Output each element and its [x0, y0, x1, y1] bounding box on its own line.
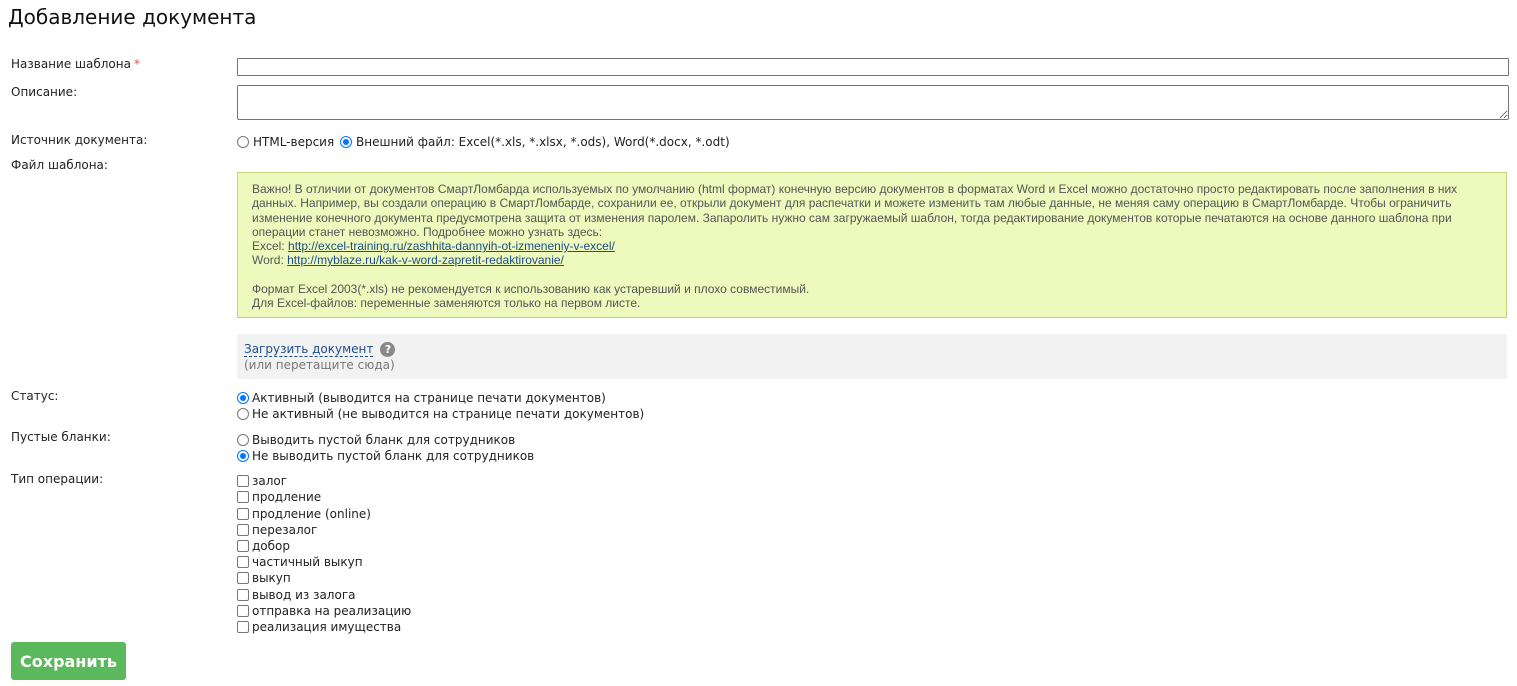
blank-forms-label: Пустые бланки: — [11, 430, 111, 444]
source-html-radio[interactable] — [237, 135, 249, 148]
operation-option: перезалог — [237, 521, 317, 537]
operation-type-label: Тип операции: — [11, 472, 104, 486]
upload-dropzone[interactable]: Загрузить документ? (или перетащите сюда… — [237, 334, 1507, 379]
status-option-active: Активный (выводится на странице печати д… — [237, 389, 606, 405]
operation-option: выкуп — [237, 569, 291, 585]
required-mark: * — [133, 57, 140, 71]
upload-line: Загрузить документ? — [244, 341, 1500, 357]
operation-option-label: отправка на реализацию — [252, 603, 412, 618]
status-label: Статус: — [11, 389, 59, 403]
status-option-inactive: Не активный (не выводится на странице пе… — [237, 405, 644, 421]
operation-checkbox[interactable] — [237, 620, 249, 633]
operation-option: вывод из залога — [237, 586, 355, 602]
excel-protection-link[interactable]: http://excel-training.ru/zashhita-dannyi… — [288, 239, 615, 253]
operation-option-label: вывод из залога — [252, 587, 356, 602]
operation-option-label: частичный выкуп — [252, 554, 363, 569]
operation-checkbox[interactable] — [237, 507, 249, 520]
operation-option-label: выкуп — [252, 570, 291, 585]
status-inactive-label: Не активный (не выводится на странице пе… — [252, 406, 645, 421]
operation-option: добор — [237, 537, 290, 553]
blank-hide-radio[interactable] — [237, 449, 249, 462]
operation-checkbox[interactable] — [237, 571, 249, 584]
operation-option: залог — [237, 472, 287, 488]
help-icon[interactable]: ? — [380, 342, 396, 357]
operation-option-label: продление (online) — [252, 506, 371, 521]
word-protection-link[interactable]: http://myblaze.ru/kak-v-word-zapretit-re… — [287, 253, 564, 267]
description-label: Описание: — [11, 85, 78, 99]
operation-option-label: перезалог — [252, 522, 318, 537]
operation-option: отправка на реализацию — [237, 602, 411, 618]
note-paragraph-xls: Формат Excel 2003(*.xls) не рекомендуетс… — [252, 281, 810, 296]
blank-option-hide: Не выводить пустой бланк для сотрудников — [237, 447, 534, 463]
operation-checkbox[interactable] — [237, 555, 249, 568]
operation-option-label: залог — [252, 473, 288, 488]
operation-option: продление (online) — [237, 505, 371, 521]
operation-checkbox[interactable] — [237, 523, 249, 536]
source-html-label: HTML-версия — [253, 134, 335, 149]
status-active-radio[interactable] — [237, 391, 249, 404]
note-excel-line: Excel: http://excel-training.ru/zashhita… — [252, 239, 615, 254]
operation-option-label: реализация имущества — [252, 619, 402, 634]
operation-checkbox[interactable] — [237, 539, 249, 552]
operation-option: продление — [237, 488, 321, 504]
upload-hint: (или перетащите сюда) — [244, 358, 395, 372]
template-name-input[interactable] — [237, 58, 1509, 76]
note-paragraph-sheet: Для Excel-файлов: переменные заменяются … — [252, 296, 641, 311]
blank-option-show: Выводить пустой бланк для сотрудников — [237, 431, 515, 447]
description-textarea[interactable] — [237, 85, 1509, 120]
template-name-label: Название шаблона * — [11, 57, 140, 71]
upload-document-link[interactable]: Загрузить документ — [244, 342, 374, 357]
operation-checkbox[interactable] — [237, 474, 249, 487]
source-options: HTML-версия Внешний файл: Excel(*.xls, *… — [237, 133, 732, 149]
operation-option-label: продление — [252, 489, 322, 504]
blank-show-label: Выводить пустой бланк для сотрудников — [252, 432, 516, 447]
note-paragraph-main: Важно! В отличии от документов СмартЛомб… — [252, 182, 1458, 239]
source-label: Источник документа: — [11, 133, 148, 147]
blank-hide-label: Не выводить пустой бланк для сотрудников — [252, 448, 535, 463]
operation-option: частичный выкуп — [237, 553, 363, 569]
source-external-label: Внешний файл: Excel(*.xls, *.xlsx, *.ods… — [356, 134, 730, 149]
source-external-radio[interactable] — [340, 135, 353, 148]
note-word-line: Word: http://myblaze.ru/kak-v-word-zapre… — [252, 253, 564, 268]
status-inactive-radio[interactable] — [237, 407, 249, 420]
template-note-box: Важно! В отличии от документов СмартЛомб… — [237, 172, 1507, 318]
save-button[interactable]: Сохранить — [11, 642, 126, 680]
operation-option-label: добор — [252, 538, 290, 553]
blank-show-radio[interactable] — [237, 433, 249, 446]
operation-checkbox[interactable] — [237, 604, 249, 617]
page-title: Добавление документа — [8, 5, 257, 29]
note-spacer — [252, 268, 1492, 282]
template-file-label: Файл шаблона: — [11, 158, 108, 172]
operation-option: реализация имущества — [237, 618, 401, 634]
operation-checkbox[interactable] — [237, 490, 249, 503]
operation-checkbox[interactable] — [237, 588, 249, 601]
status-active-label: Активный (выводится на странице печати д… — [252, 390, 606, 405]
